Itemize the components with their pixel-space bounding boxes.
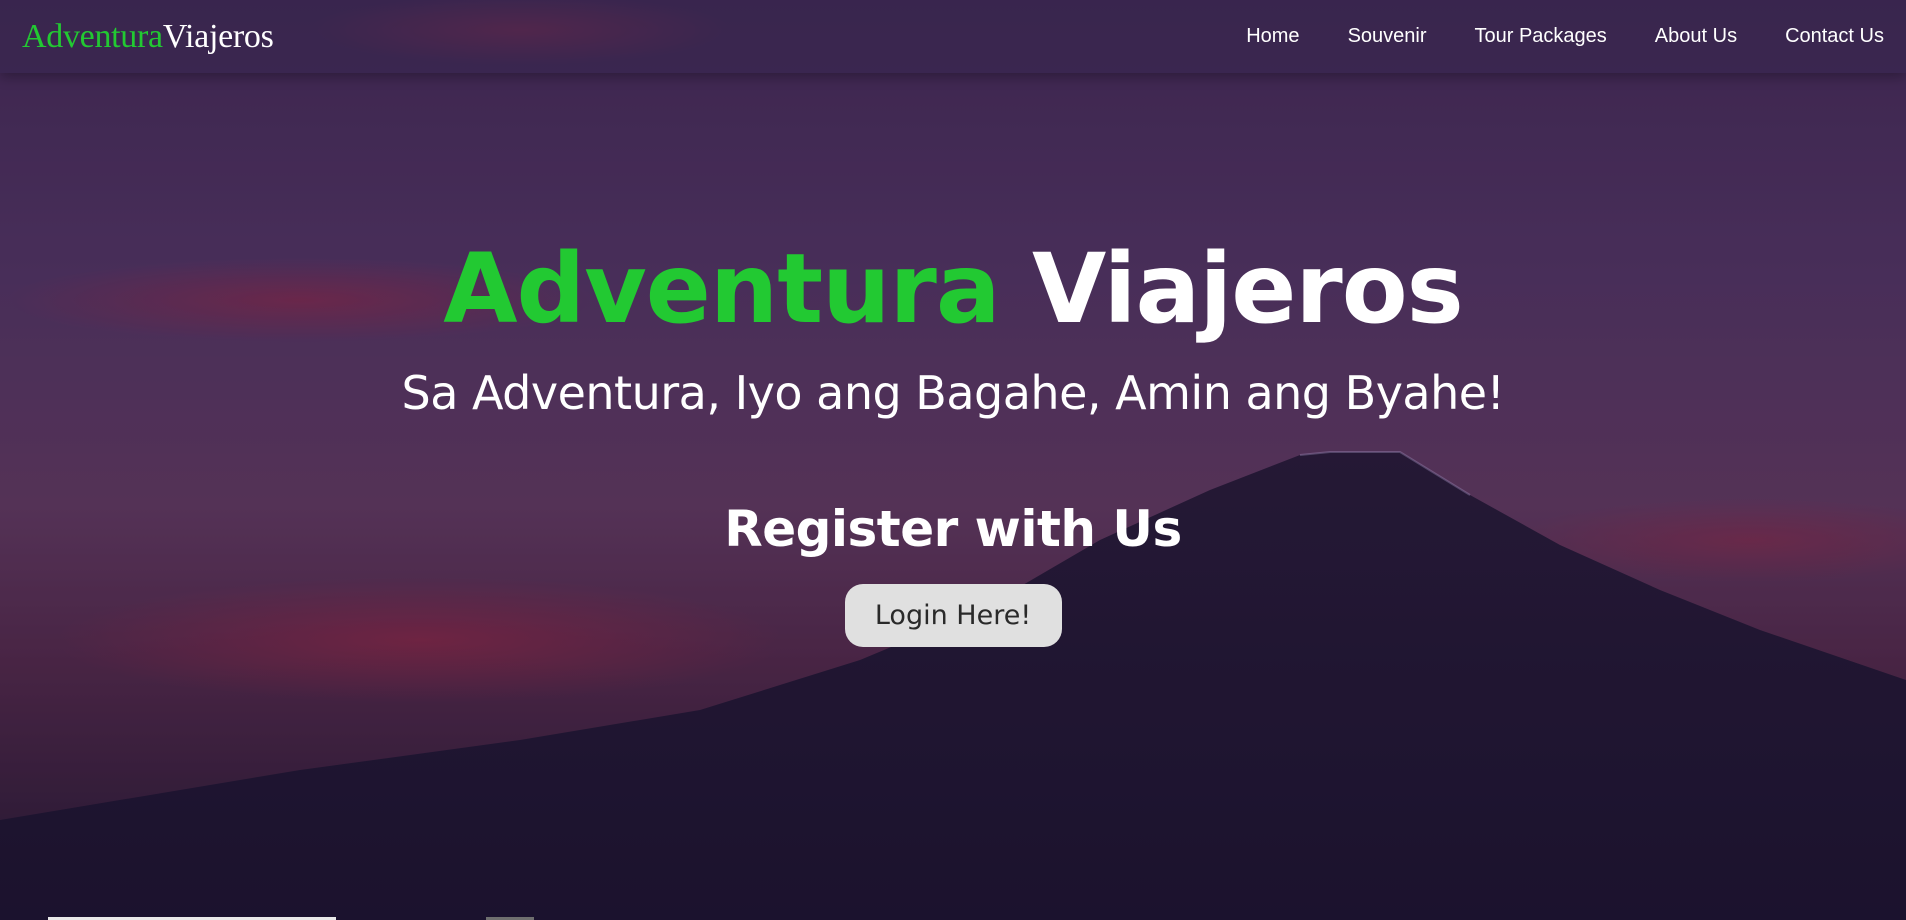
login-button[interactable]: Login Here! [844,584,1062,647]
hero-content: Adventura Viajeros Sa Adventura, Iyo ang… [0,236,1906,647]
hero-title-part1: Adventura [443,233,1000,345]
brand-logo-part2: Viajeros [162,17,274,55]
nav-links: Home Souvenir Tour Packages About Us Con… [1198,25,1884,48]
navbar: AdventuraViajeros Home Souvenir Tour Pac… [0,0,1906,73]
nav-link-souvenir[interactable]: Souvenir [1348,25,1427,48]
register-heading: Register with Us [724,500,1182,558]
hero-title-part2: Viajeros [1032,233,1464,345]
brand-logo-part1: Adventura [22,17,163,55]
nav-link-contact-us[interactable]: Contact Us [1785,25,1884,48]
brand-logo[interactable]: AdventuraViajeros [22,17,274,55]
hero-tagline: Sa Adventura, Iyo ang Bagahe, Amin ang B… [401,366,1506,420]
nav-link-tour-packages[interactable]: Tour Packages [1475,25,1607,48]
nav-link-home[interactable]: Home [1246,25,1299,48]
nav-link-about-us[interactable]: About Us [1655,25,1737,48]
hero-title: Adventura Viajeros [0,236,1906,342]
